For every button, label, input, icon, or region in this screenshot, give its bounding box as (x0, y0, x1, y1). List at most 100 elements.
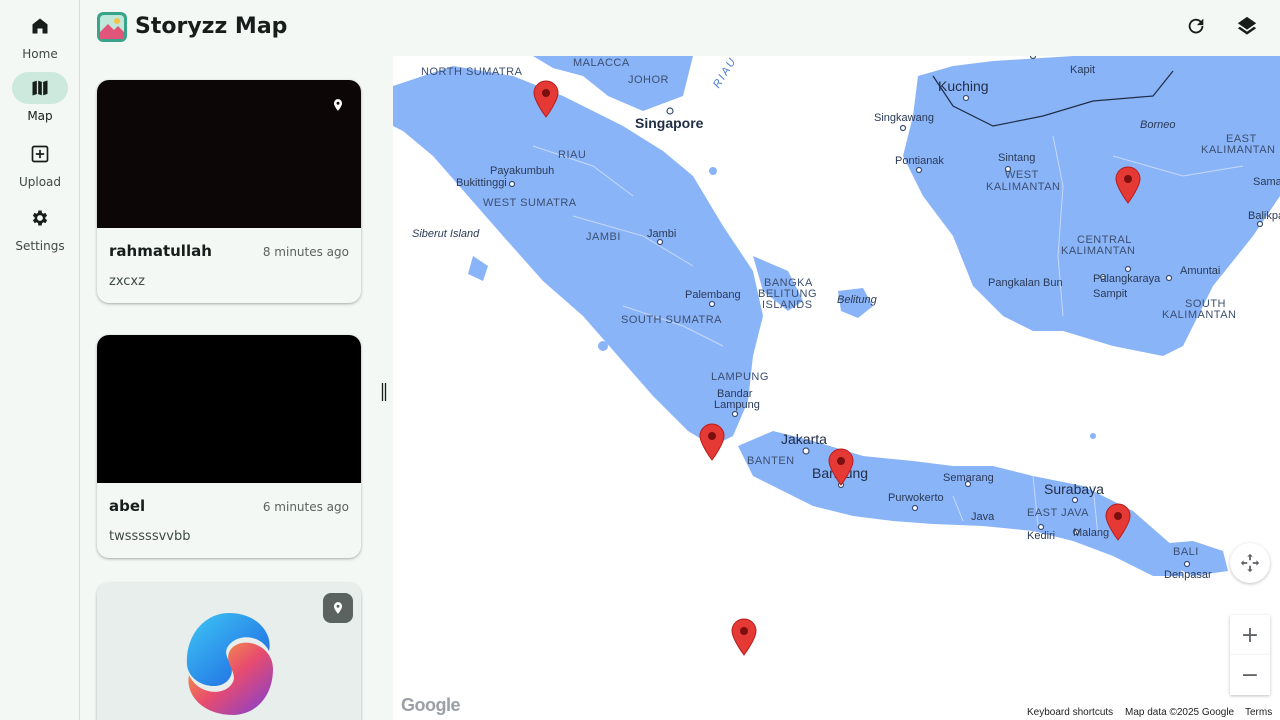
zoom-in-icon: + (1240, 622, 1260, 648)
app-bar: Storyzz Map (81, 0, 1280, 56)
map-label: Kediri (1027, 530, 1056, 542)
map-label: Kuching (938, 78, 989, 94)
map-label: KALIMANTAN (1061, 245, 1136, 257)
story-card[interactable] (97, 583, 361, 720)
map-marker[interactable] (731, 618, 757, 656)
map-label: Sampit (1093, 288, 1128, 300)
location-pin-badge (323, 593, 353, 623)
story-image (97, 80, 361, 228)
map-label: JOHOR (628, 74, 669, 86)
resize-handle[interactable] (381, 383, 387, 401)
map-label: Palangkaraya (1093, 273, 1161, 285)
refresh-button[interactable] (1176, 8, 1216, 48)
map-marker[interactable] (699, 423, 725, 461)
nav-upload[interactable]: Upload (0, 138, 80, 194)
nav-map-label: Map (27, 109, 53, 123)
map-label: Kapit (1070, 64, 1096, 76)
map-label: Payakumbuh (490, 165, 555, 177)
map-label: KALIMANTAN (1201, 144, 1276, 156)
map-label: SOUTH SUMATRA (621, 314, 723, 326)
map-label: Borneo (1140, 119, 1176, 131)
story-list[interactable]: rahmatullah 8 minutes ago zxcxz abel 6 m… (81, 56, 377, 720)
map-label: EAST JAVA (1027, 507, 1089, 519)
map-label: WEST (1005, 169, 1039, 181)
gear-icon (12, 202, 68, 234)
story-card[interactable]: abel 6 minutes ago twsssssvvbb (97, 335, 361, 558)
map-label: Denpasar (1164, 569, 1212, 581)
map-label: Belitung (837, 294, 877, 306)
google-logo: Google (401, 695, 461, 715)
app-logo (97, 12, 127, 42)
map-label: Samar (1253, 176, 1280, 188)
map-label: Semarang (943, 472, 994, 484)
map-label: Singkawang (874, 112, 934, 124)
pan-icon (1240, 553, 1260, 573)
keyboard-shortcuts-link[interactable]: Keyboard shortcuts (1023, 706, 1118, 720)
nav-home[interactable]: Home (0, 10, 80, 66)
zoom-out-icon: − (1240, 662, 1260, 688)
map-pin-icon (699, 423, 725, 461)
map-label: Jakarta (781, 431, 827, 447)
story-author: abel (109, 497, 146, 515)
terms-link[interactable]: Terms (1241, 706, 1277, 720)
story-image (97, 335, 361, 483)
story-image (97, 583, 361, 720)
map-label: Bukittinggi (456, 177, 507, 189)
nav-settings[interactable]: Settings (0, 202, 80, 258)
story-description: zxcxz (109, 274, 145, 289)
map-label: Sintang (998, 152, 1036, 164)
map-marker[interactable] (1115, 166, 1141, 204)
map-icon (12, 72, 68, 104)
map-pin-icon (731, 618, 757, 656)
map-data-attribution: Map data ©2025 Google (1121, 706, 1239, 720)
map-label: Pangkalan Bun (988, 277, 1063, 289)
map-label: LAMPUNG (711, 371, 769, 383)
story-description: twsssssvvbb (109, 529, 191, 544)
story-logo-image (186, 613, 273, 715)
map-label: Lampung (714, 399, 760, 411)
map-label: JAMBI (586, 231, 621, 243)
add-box-icon (12, 138, 68, 170)
map-marker[interactable] (533, 80, 559, 118)
map-marker[interactable] (828, 448, 854, 486)
map-label: Malang (1073, 527, 1110, 539)
refresh-icon (1185, 15, 1207, 41)
map-view[interactable]: NORTH SUMATRA MALACCA JOHOR RIAU A Singa… (393, 56, 1280, 720)
map-label: Balikpap (1248, 210, 1280, 222)
layers-button[interactable] (1227, 8, 1267, 48)
map-label: Singapore (635, 115, 704, 131)
home-icon (12, 10, 68, 42)
nav-home-label: Home (22, 47, 58, 61)
map-label: Amuntai (1180, 265, 1221, 277)
map-label: Pontianak (895, 155, 944, 167)
story-card[interactable]: rahmatullah 8 minutes ago zxcxz (97, 80, 361, 303)
map-label: Surabaya (1044, 481, 1104, 497)
navigation-rail: Home Map Upload Settings (0, 0, 80, 720)
map-label: Siberut Island (412, 228, 480, 240)
map-pin-icon (1105, 503, 1131, 541)
location-pin-icon (333, 99, 343, 111)
map-label: Palembang (685, 289, 741, 301)
map-label: WEST SUMATRA (483, 197, 577, 209)
fullscreen-button[interactable] (1230, 543, 1270, 583)
nav-upload-label: Upload (18, 175, 62, 189)
zoom-out-button[interactable]: − (1230, 655, 1270, 695)
map-marker[interactable] (1105, 503, 1131, 541)
map-label: ISLANDS (762, 299, 813, 311)
story-time: 6 minutes ago (262, 500, 349, 514)
map-label: Jambi (647, 228, 677, 240)
zoom-in-button[interactable]: + (1230, 615, 1270, 655)
map-label: MALACCA (573, 57, 630, 69)
map-label: RIAU (558, 149, 587, 161)
map-label: Purwokerto (888, 492, 944, 504)
map-label: BANTEN (747, 455, 795, 467)
map-label: NORTH SUMATRA (421, 66, 523, 78)
story-time: 8 minutes ago (262, 245, 349, 259)
map-pin-icon (828, 448, 854, 486)
location-pin-badge (323, 90, 353, 120)
nav-map[interactable]: Map (0, 72, 80, 128)
map-pin-icon (533, 80, 559, 118)
map-label: KALIMANTAN (986, 181, 1061, 193)
map-label: KALIMANTAN (1162, 309, 1237, 321)
map-base (393, 56, 1280, 720)
